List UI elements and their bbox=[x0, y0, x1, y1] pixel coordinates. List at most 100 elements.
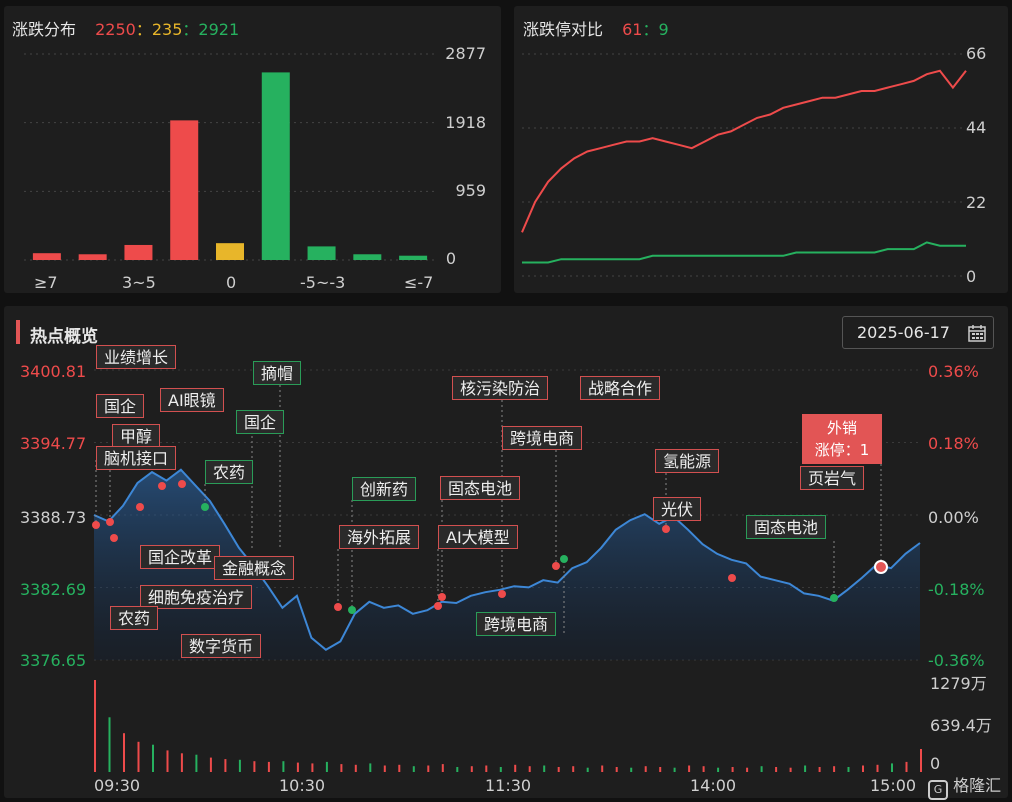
volume-bar bbox=[94, 680, 96, 772]
topic-tag[interactable]: 海外拓展 bbox=[339, 525, 420, 549]
volume-bar bbox=[760, 766, 763, 772]
percent-y-tick: 0.00% bbox=[928, 508, 979, 527]
percent-y-tick: 0.36% bbox=[928, 362, 979, 381]
index-y-tick: 3382.69 bbox=[20, 580, 87, 599]
topic-marker bbox=[830, 594, 838, 602]
volume-bar bbox=[369, 763, 372, 772]
logo-icon: G bbox=[928, 780, 948, 800]
time-label: 14:00 bbox=[690, 776, 737, 795]
limit-up-bubble[interactable]: 外销 涨停：1 bbox=[802, 414, 882, 464]
time-label: 11:30 bbox=[485, 776, 532, 795]
volume-bar bbox=[470, 766, 473, 772]
volume-bar bbox=[659, 767, 662, 772]
topic-tag[interactable]: 战略合作 bbox=[580, 376, 661, 400]
topic-tag[interactable]: 农药 bbox=[110, 606, 159, 630]
topic-tag[interactable]: 创新药 bbox=[352, 477, 417, 501]
time-label: 09:30 bbox=[94, 776, 141, 795]
volume-bar bbox=[412, 766, 415, 772]
topic-tag[interactable]: AI眼镜 bbox=[160, 388, 224, 412]
topic-tag[interactable]: 国企 bbox=[236, 410, 285, 434]
volume-bar bbox=[514, 764, 517, 772]
volume-bar bbox=[180, 753, 183, 772]
volume-bar bbox=[354, 764, 357, 772]
time-label: 15:00 bbox=[870, 776, 917, 795]
topic-tag[interactable]: 固态电池 bbox=[440, 476, 521, 500]
time-label: 10:30 bbox=[279, 776, 326, 795]
volume-bar bbox=[891, 763, 893, 772]
volume-bar bbox=[499, 767, 502, 772]
volume-bar bbox=[485, 765, 488, 772]
volume-bar bbox=[325, 761, 328, 772]
topic-marker bbox=[560, 555, 568, 563]
topic-tag[interactable]: AI大模型 bbox=[438, 525, 518, 549]
volume-bar bbox=[818, 767, 821, 772]
volume-bar bbox=[253, 761, 256, 772]
volume-bar bbox=[833, 766, 836, 772]
topic-tag[interactable]: 光伏 bbox=[653, 497, 702, 521]
percent-y-tick: -0.36% bbox=[928, 651, 985, 670]
volume-bar bbox=[601, 765, 604, 772]
topic-marker bbox=[498, 590, 506, 598]
index-y-tick: 3400.81 bbox=[20, 362, 87, 381]
index-y-tick: 3376.65 bbox=[20, 651, 87, 670]
topic-tag[interactable]: 业绩增长 bbox=[96, 345, 177, 369]
volume-bar bbox=[804, 765, 807, 772]
percent-y-tick: -0.18% bbox=[928, 580, 985, 599]
topic-tag[interactable]: 页岩气 bbox=[800, 466, 865, 490]
volume-bar bbox=[702, 766, 705, 772]
volume-bar bbox=[775, 767, 778, 772]
volume-bar bbox=[847, 767, 850, 772]
topic-marker bbox=[106, 518, 114, 526]
volume-bar bbox=[528, 766, 531, 772]
topic-marker bbox=[136, 503, 144, 511]
volume-y-tick: 0 bbox=[930, 754, 941, 773]
topic-tag[interactable]: 国企改革 bbox=[140, 545, 221, 569]
topic-tag[interactable]: 农药 bbox=[205, 460, 254, 484]
topic-tag[interactable]: 金融概念 bbox=[214, 556, 295, 580]
volume-bar bbox=[108, 717, 111, 772]
volume-bar bbox=[340, 764, 343, 772]
topic-tag[interactable]: 摘帽 bbox=[253, 361, 302, 385]
volume-bar bbox=[224, 759, 227, 772]
topic-tag[interactable]: 跨境电商 bbox=[502, 426, 583, 450]
topic-marker bbox=[348, 606, 356, 614]
topic-marker bbox=[92, 521, 100, 529]
index-intraday-chart bbox=[92, 369, 922, 772]
percent-y-tick: 0.18% bbox=[928, 434, 979, 453]
volume-bar bbox=[905, 761, 908, 772]
topic-tag[interactable]: 固态电池 bbox=[746, 515, 827, 539]
volume-bar bbox=[123, 733, 125, 772]
volume-bar bbox=[427, 765, 430, 772]
topic-marker bbox=[728, 574, 736, 582]
volume-bar bbox=[673, 767, 676, 772]
topic-marker bbox=[334, 603, 342, 611]
topic-marker bbox=[158, 482, 166, 490]
volume-bar bbox=[209, 757, 212, 772]
topic-marker bbox=[110, 534, 118, 542]
topic-tag[interactable]: 脑机接口 bbox=[96, 446, 177, 470]
volume-bar bbox=[862, 765, 864, 772]
topic-tag[interactable]: 甲醇 bbox=[112, 424, 161, 448]
topic-marker bbox=[434, 602, 442, 610]
volume-bar bbox=[644, 766, 647, 772]
volume-bar bbox=[166, 750, 169, 772]
topic-marker bbox=[201, 503, 209, 511]
topic-tag[interactable]: 核污染防治 bbox=[452, 376, 549, 400]
topic-tag[interactable]: 跨境电商 bbox=[476, 612, 557, 636]
selected-marker bbox=[874, 560, 888, 574]
volume-bar bbox=[311, 763, 314, 772]
topic-tag[interactable]: 国企 bbox=[96, 394, 145, 418]
volume-bar bbox=[383, 765, 386, 772]
topic-tag[interactable]: 数字货币 bbox=[181, 634, 262, 658]
volume-bar bbox=[441, 764, 444, 772]
topic-marker bbox=[438, 593, 446, 601]
volume-bar bbox=[152, 744, 154, 772]
volume-bar bbox=[717, 767, 720, 772]
volume-bar bbox=[456, 767, 459, 772]
volume-bar bbox=[195, 754, 198, 772]
volume-bar bbox=[557, 767, 560, 772]
volume-bar bbox=[572, 766, 575, 772]
topic-tag[interactable]: 氢能源 bbox=[655, 449, 720, 473]
volume-bar bbox=[876, 764, 879, 772]
volume-bar bbox=[615, 767, 618, 772]
